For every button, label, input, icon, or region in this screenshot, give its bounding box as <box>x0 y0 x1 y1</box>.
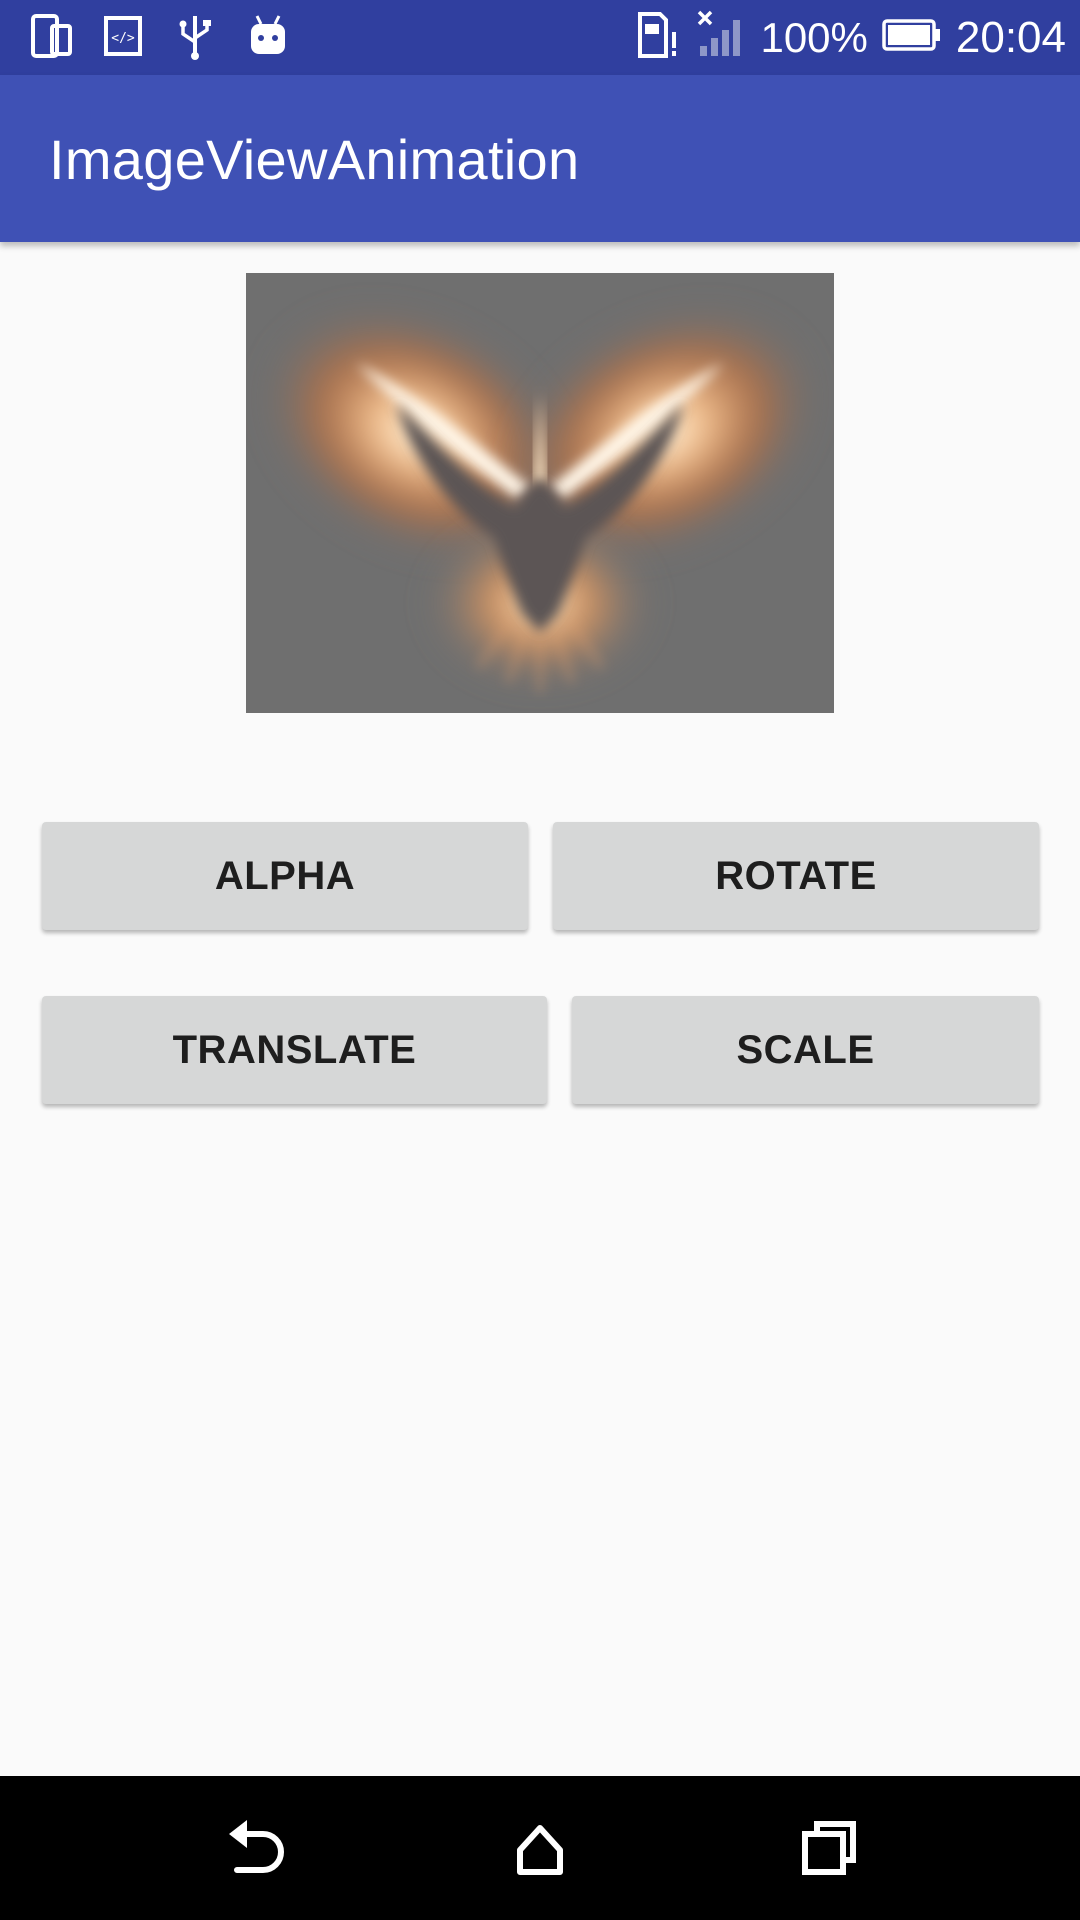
alpha-button[interactable]: ALPHA <box>42 822 528 930</box>
status-right: 100% 20:04 <box>636 0 1066 75</box>
recents-icon[interactable] <box>777 1798 877 1898</box>
back-icon[interactable] <box>205 1798 305 1898</box>
battery-percent: 100% <box>760 13 868 61</box>
battery-icon <box>882 18 942 57</box>
code-icon: </> <box>103 12 143 65</box>
android-icon <box>247 12 289 65</box>
sim-alert-icon <box>636 10 682 65</box>
home-icon[interactable] <box>490 1798 590 1898</box>
navigation-bar <box>0 1776 1080 1920</box>
scale-button[interactable]: SCALE <box>572 996 1039 1104</box>
app-bar: ImageViewAnimation <box>0 75 1080 242</box>
usb-icon <box>175 12 215 67</box>
phoenix-image <box>246 273 834 713</box>
status-bar: </> 100% 20:04 <box>0 0 1080 75</box>
svg-text:</>: </> <box>111 31 135 46</box>
translate-button[interactable]: TRANSLATE <box>42 996 547 1104</box>
signal-no-service-icon <box>696 10 746 65</box>
app-title: ImageViewAnimation <box>49 128 580 191</box>
clock: 20:04 <box>955 12 1066 62</box>
phone-tablet-icon <box>30 12 74 65</box>
rotate-button[interactable]: ROTATE <box>553 822 1039 930</box>
